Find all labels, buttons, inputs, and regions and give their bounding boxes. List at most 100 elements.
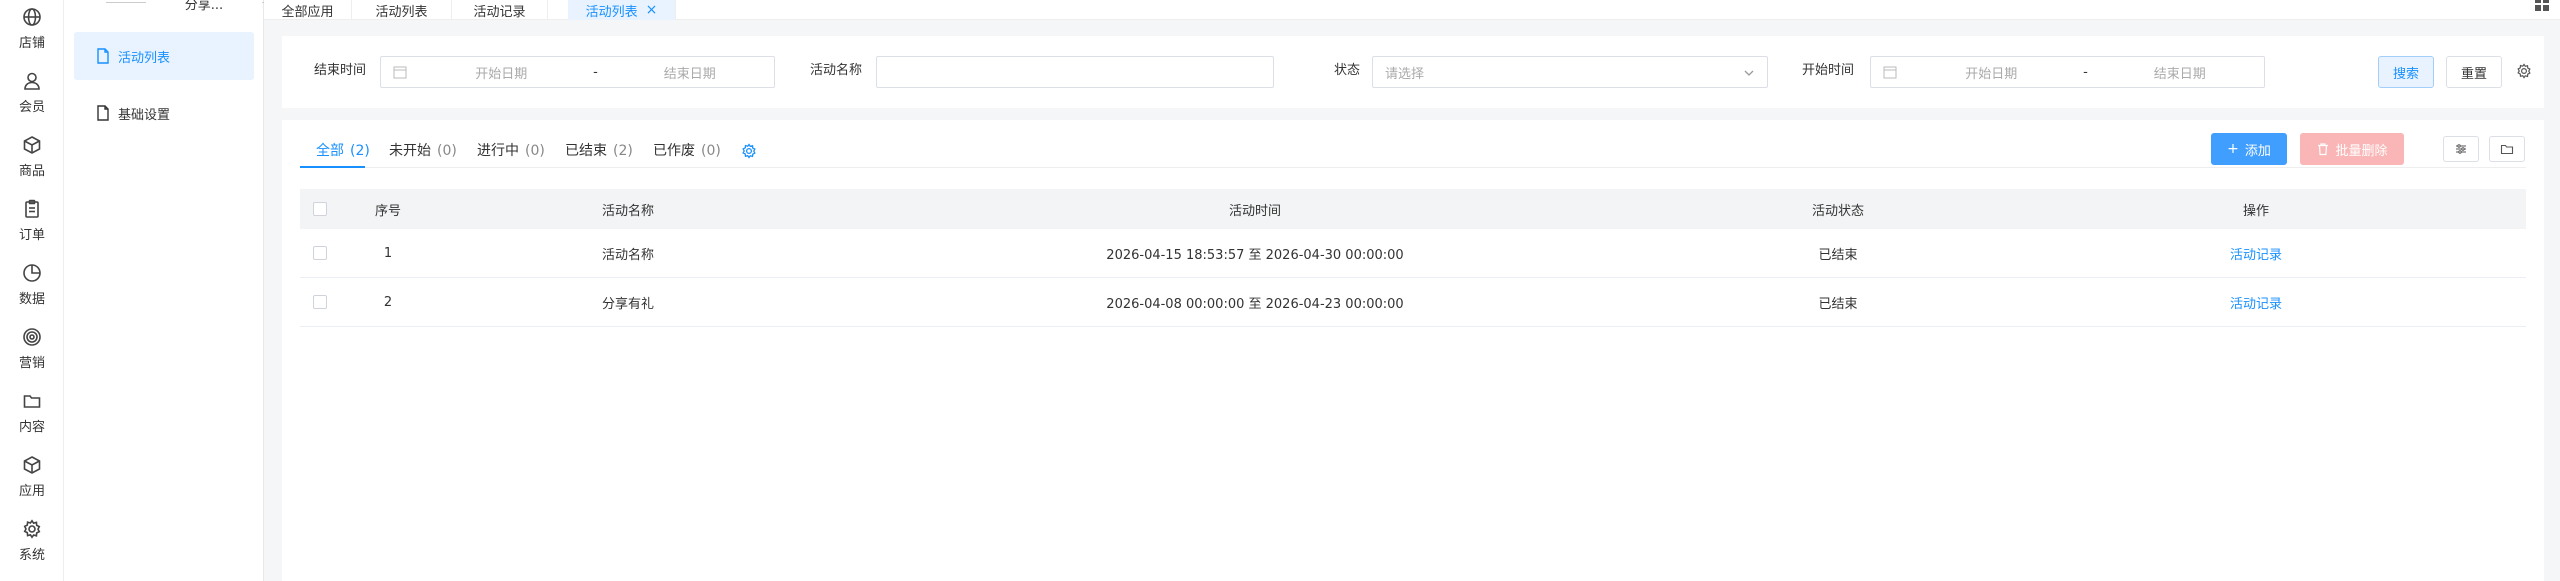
active-tab-underline xyxy=(300,166,365,168)
status-tab-count: (0) xyxy=(701,143,721,159)
rail-item-marketing[interactable]: 营销 xyxy=(0,320,64,378)
start-time-label: 开始时间 xyxy=(1802,63,1855,78)
status-tab-label: 进行中 xyxy=(477,143,519,159)
close-icon[interactable]: × xyxy=(646,2,658,18)
status-tab-not-started[interactable]: 未开始 (0) xyxy=(389,140,457,164)
status-tab-all[interactable]: 全部 (2) xyxy=(316,140,370,164)
rail-label: 会员 xyxy=(18,100,45,115)
status-tab-voided[interactable]: 已作废 (0) xyxy=(653,140,721,164)
rail-label: 内容 xyxy=(18,420,45,435)
user-icon xyxy=(24,72,40,90)
rail-item-member[interactable]: 会员 xyxy=(0,64,64,122)
status-tab-label: 已作废 xyxy=(653,143,695,159)
status-tab-ended[interactable]: 已结束 (2) xyxy=(565,140,633,164)
activity-records-link[interactable]: 活动记录 xyxy=(2230,244,2282,263)
col-actions: 操作 xyxy=(2242,203,2269,219)
activity-records-link[interactable]: 活动记录 xyxy=(2230,293,2282,312)
clipboard-icon xyxy=(25,199,39,218)
row-name: 分享有礼 xyxy=(601,296,654,312)
row-actions-cell: 活动记录 xyxy=(1986,229,2526,277)
batch-delete-label: 批量删除 xyxy=(2335,143,2388,159)
reset-button[interactable]: 重置 xyxy=(2446,56,2502,88)
tab-label: 活动列表 xyxy=(585,4,638,20)
left-rail: 店铺 会员 商品 订单 数据 营销 内容 应用 系统 xyxy=(0,0,64,581)
tab-activity-list-active[interactable]: 活动列表 × xyxy=(568,0,676,20)
status-tab-count: (2) xyxy=(350,143,370,159)
sliders-icon xyxy=(2456,144,2466,154)
row-select-cell xyxy=(300,229,340,277)
row-status: 已结束 xyxy=(1818,296,1858,312)
start-time-end-input[interactable]: 结束日期 xyxy=(2096,63,2265,82)
submenu-item-activity-list[interactable]: 活动列表 xyxy=(74,32,254,80)
target-icon xyxy=(23,328,41,346)
status-tab-label: 未开始 xyxy=(389,143,431,159)
row-select-cell xyxy=(300,278,340,326)
trash-icon xyxy=(2318,143,2329,156)
col-name: 活动名称 xyxy=(601,203,654,219)
grid-icon[interactable] xyxy=(2534,0,2550,12)
gear-icon[interactable] xyxy=(741,143,757,159)
range-separator: - xyxy=(2083,64,2088,80)
rail-item-goods[interactable]: 商品 xyxy=(0,128,64,186)
document-icon xyxy=(97,48,109,64)
submenu-item-label: 活动列表 xyxy=(118,50,171,66)
select-all-checkbox[interactable] xyxy=(313,202,327,216)
tabs-baseline xyxy=(300,167,2526,168)
folder-icon xyxy=(23,395,41,408)
status-tab-in-progress[interactable]: 进行中 (0) xyxy=(477,140,545,164)
status-label: 状态 xyxy=(1334,63,1361,78)
status-select[interactable]: 请选择 xyxy=(1372,56,1768,88)
table-row: 2 分享有礼 2026-04-08 00:00:00 至 2026-04-23 … xyxy=(300,278,2526,327)
folder-icon xyxy=(2500,144,2514,155)
name-input[interactable] xyxy=(876,56,1274,88)
row-time: 2026-04-15 18:53:57 至 2026-04-30 00:00:0… xyxy=(1106,247,1404,263)
tab-all-apps[interactable]: 全部应用 xyxy=(264,0,352,20)
range-separator: - xyxy=(593,64,598,80)
rail-item-system[interactable]: 系统 xyxy=(0,512,64,570)
tab-bar: 全部应用 活动列表 活动记录 活动列表 × xyxy=(264,0,2560,20)
rail-label: 订单 xyxy=(18,228,45,243)
start-time-start-input[interactable]: 开始日期 xyxy=(1907,63,2076,82)
status-tab-count: (2) xyxy=(613,143,633,159)
submenu: 分享... 活动列表 基础设置 xyxy=(64,0,302,581)
row-checkbox[interactable] xyxy=(313,295,327,309)
search-button[interactable]: 搜索 xyxy=(2378,56,2434,88)
add-button-label: 添加 xyxy=(2244,143,2271,159)
folder-button[interactable] xyxy=(2489,136,2525,162)
end-time-start-input[interactable]: 开始日期 xyxy=(417,63,586,82)
plus-icon: + xyxy=(2227,141,2239,157)
table-row: 1 活动名称 2026-04-15 18:53:57 至 2026-04-30 … xyxy=(300,229,2526,278)
end-time-end-input[interactable]: 结束日期 xyxy=(606,63,775,82)
row-actions-cell: 活动记录 xyxy=(1986,278,2526,326)
tab-label: 全部应用 xyxy=(281,4,334,20)
gear-icon[interactable] xyxy=(2516,63,2532,79)
rail-item-order[interactable]: 订单 xyxy=(0,192,64,250)
add-button[interactable]: + 添加 xyxy=(2211,133,2287,165)
submenu-item-basic-settings[interactable]: 基础设置 xyxy=(74,89,254,137)
col-time: 活动时间 xyxy=(1228,203,1281,219)
table-header: 序号 活动名称 活动时间 活动状态 操作 xyxy=(300,189,2526,229)
rail-item-content[interactable]: 内容 xyxy=(0,384,64,442)
col-index: 序号 xyxy=(374,203,401,219)
gear-icon xyxy=(23,519,41,539)
rail-item-data[interactable]: 数据 xyxy=(0,256,64,314)
rail-item-shop[interactable]: 店铺 xyxy=(0,0,64,58)
rail-label: 应用 xyxy=(18,484,45,499)
rail-label: 商品 xyxy=(18,164,45,179)
rail-label: 数据 xyxy=(18,292,45,307)
rail-item-apps[interactable]: 应用 xyxy=(0,448,64,506)
tab-activity-records[interactable]: 活动记录 xyxy=(452,0,548,20)
calendar-icon xyxy=(393,66,407,79)
row-time: 2026-04-08 00:00:00 至 2026-04-23 00:00:0… xyxy=(1106,296,1404,312)
row-checkbox[interactable] xyxy=(313,246,327,260)
row-index: 1 xyxy=(383,245,393,261)
end-time-range[interactable]: 开始日期 - 结束日期 xyxy=(380,56,775,88)
column-settings-button[interactable] xyxy=(2443,136,2479,162)
batch-delete-button[interactable]: 批量删除 xyxy=(2300,133,2404,165)
rail-label: 营销 xyxy=(18,356,45,371)
start-time-range[interactable]: 开始日期 - 结束日期 xyxy=(1870,56,2265,88)
row-index: 2 xyxy=(383,294,393,310)
tab-activity-list[interactable]: 活动列表 xyxy=(352,0,452,20)
row-name: 活动名称 xyxy=(601,247,654,263)
status-select-placeholder: 请选择 xyxy=(1385,66,1425,82)
